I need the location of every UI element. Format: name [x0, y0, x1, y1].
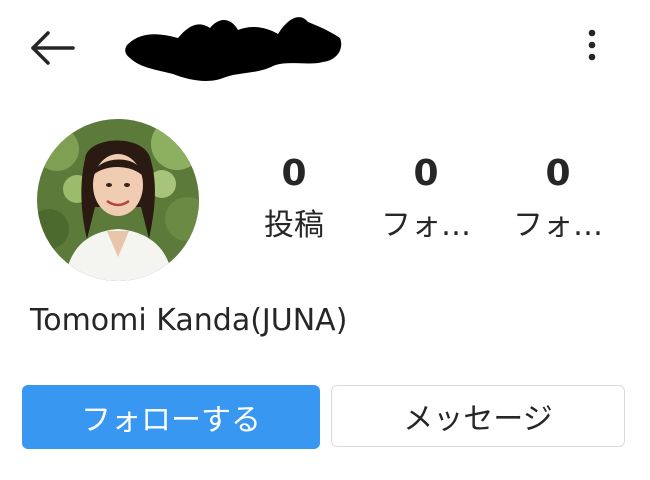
profile-stats: 0 投稿 0 フォ… 0 フォ…	[228, 150, 624, 260]
more-options-button[interactable]	[570, 22, 614, 68]
arrow-left-icon	[31, 31, 75, 65]
username-redacted	[118, 8, 350, 88]
back-button[interactable]	[24, 24, 80, 72]
stat-posts[interactable]: 0 投稿	[228, 150, 360, 260]
message-button[interactable]: メッセージ	[331, 385, 625, 447]
stat-count: 0	[281, 153, 307, 194]
stat-count: 0	[413, 153, 439, 194]
stat-label: フォ…	[513, 208, 603, 243]
follow-button[interactable]: フォローする	[22, 385, 320, 449]
stat-label: 投稿	[264, 208, 324, 243]
stat-label: フォ…	[381, 208, 471, 243]
profile-full-name: Tomomi Kanda(JUNA)	[30, 303, 348, 338]
stat-followers[interactable]: 0 フォ…	[360, 150, 492, 260]
more-vertical-icon	[588, 29, 596, 61]
stat-count: 0	[545, 153, 571, 194]
top-bar	[0, 0, 650, 96]
stat-following[interactable]: 0 フォ…	[492, 150, 624, 260]
profile-avatar[interactable]	[37, 119, 199, 281]
